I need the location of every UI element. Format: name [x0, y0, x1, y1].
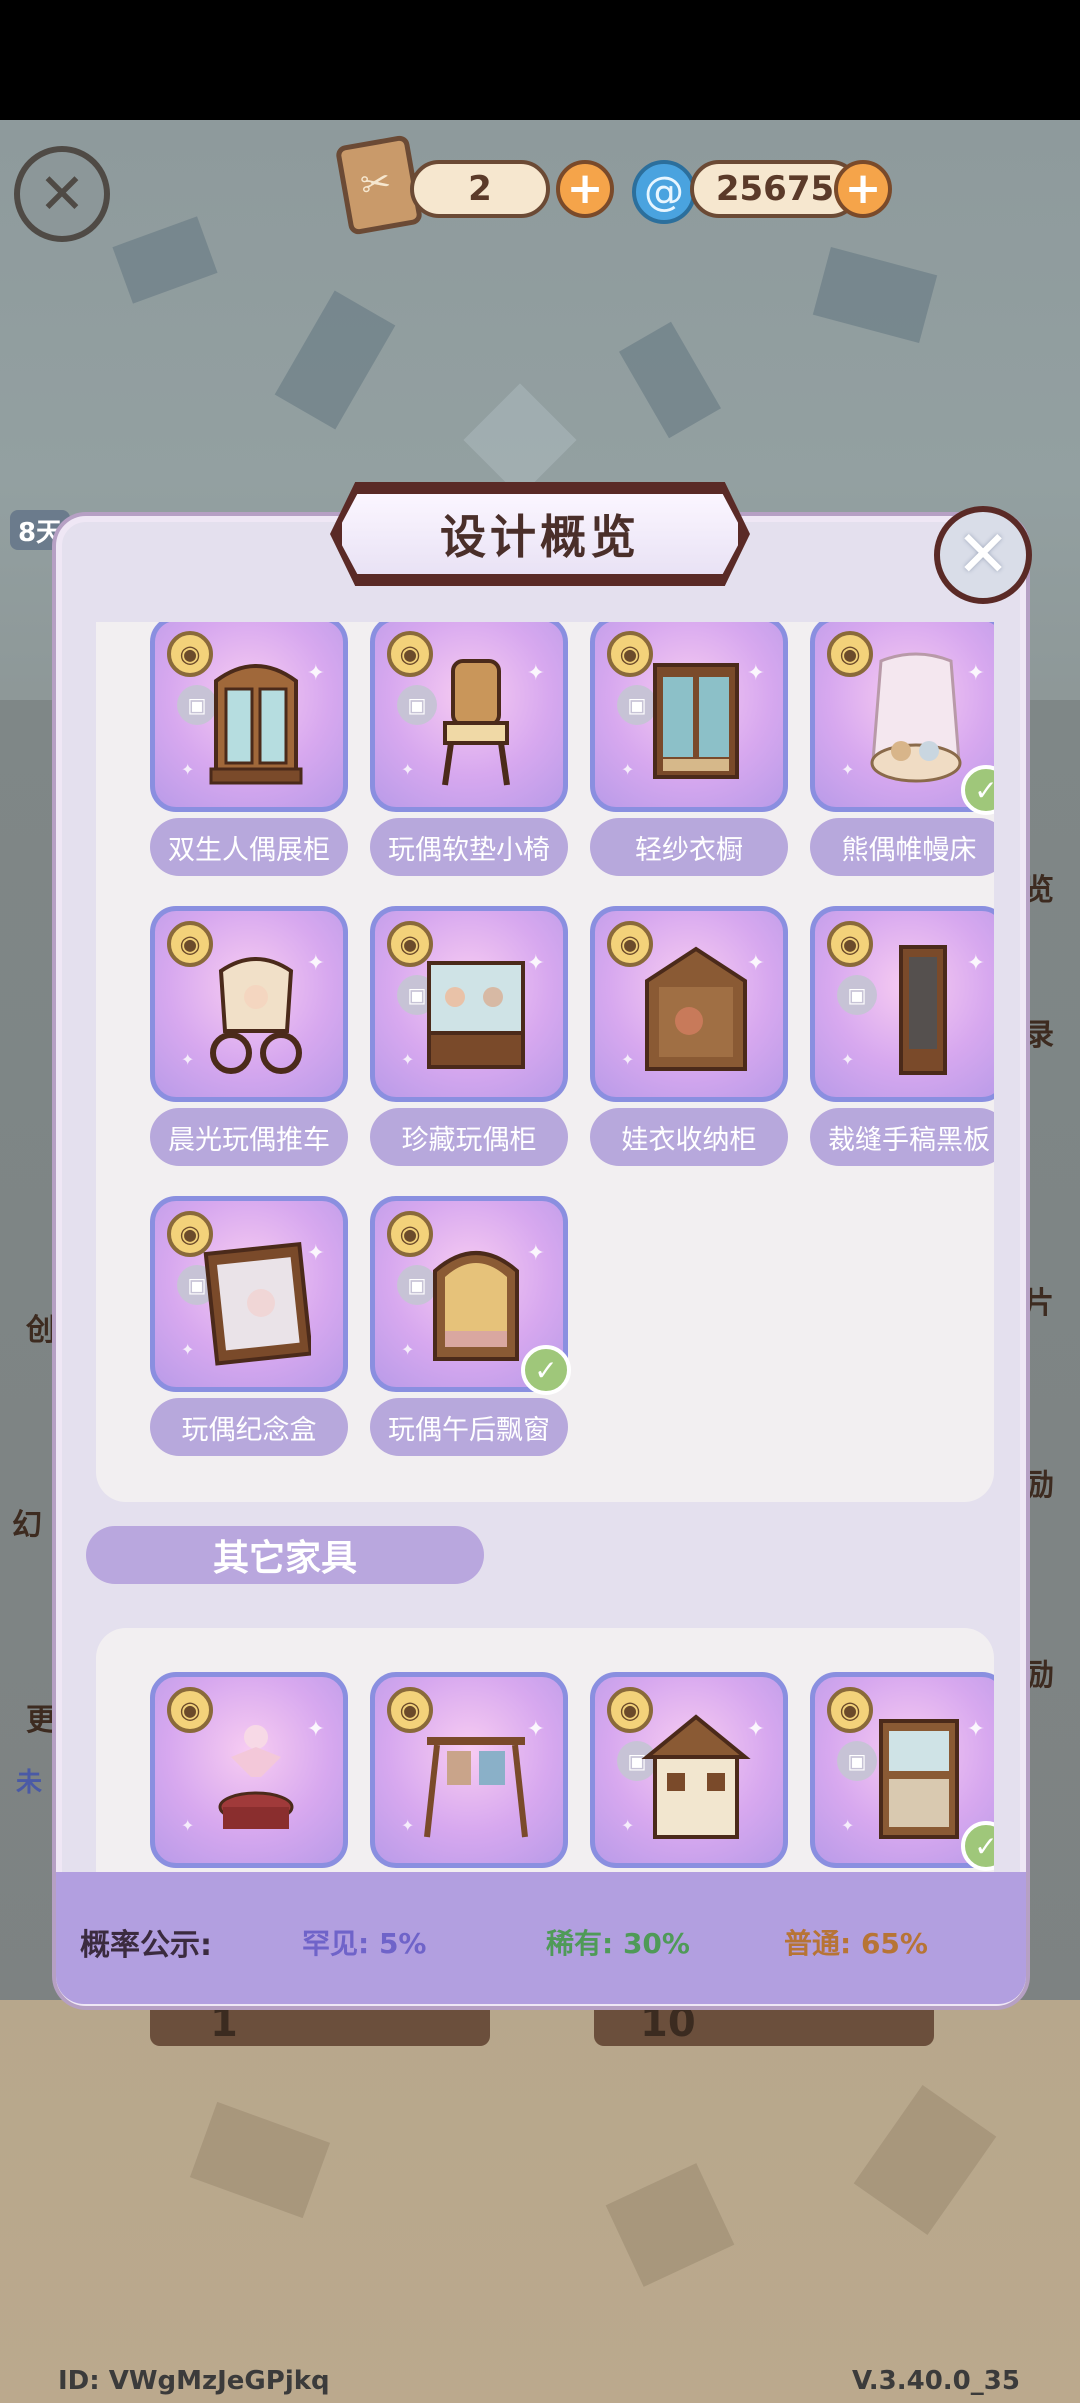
item-tile: ◉ ▣ [370, 906, 568, 1102]
item-tile: ◉ ▣ [370, 622, 568, 812]
item-tile: ◉ ▣ [590, 622, 788, 812]
item-tile: ◉ ▣ ✓ [810, 1672, 994, 1871]
side-label: 创 [26, 1313, 56, 1348]
common-probability: 普通: 65% [784, 1927, 928, 1960]
item-tile: ◉ ▣ [150, 1196, 348, 1392]
probability-title: 概率公示: [80, 1928, 212, 1963]
item-tile: ◉ [590, 906, 788, 1102]
plus-icon: + [566, 163, 604, 214]
modal-scroll-area[interactable]: ◉ ▣ 双生人偶展柜 ◉ ▣ [96, 622, 994, 1882]
player-id: ID: VWgMzJeGPjkq [58, 2366, 330, 2396]
side-label: 幻 [12, 1508, 42, 1543]
item-label: 玩偶午后飘窗 [370, 1398, 568, 1456]
modal-close-button[interactable]: ✕ [934, 506, 1032, 604]
music-box-image [218, 1725, 294, 1829]
bay-window-image [433, 1251, 519, 1361]
crystal-icon: @ [632, 160, 696, 224]
add-ticket-button[interactable]: + [556, 160, 614, 218]
stroller-image [210, 957, 302, 1074]
back-close-button[interactable]: ✕ [14, 146, 110, 242]
section-header-other: 其它家具 [86, 1526, 484, 1584]
item-label: 玩偶纪念盒 [150, 1398, 348, 1456]
item-label: 玩偶软垫小椅 [370, 818, 568, 876]
item-tile: ◉ ▣ [150, 622, 348, 812]
side-label: 励 [1024, 1658, 1054, 1693]
side-label: 览 [1024, 873, 1054, 908]
side-label: 未 [16, 1768, 43, 1798]
item-label: 轻纱衣橱 [590, 818, 788, 876]
item-tile: ◉ [150, 1672, 348, 1868]
version-label: V.3.40.0_35 [852, 2366, 1020, 2396]
wardrobe-image [653, 663, 739, 779]
add-crystal-button[interactable]: + [834, 160, 892, 218]
clothes-rack-image [424, 1737, 528, 1838]
draw-ten-count: 10 [640, 2000, 696, 2046]
item-tile: ◉ ▣ ✓ [370, 1196, 571, 1395]
owned-check-icon: ✓ [521, 1345, 571, 1395]
design-overview-modal: ◉ ▣ 双生人偶展柜 ◉ ▣ [56, 516, 1026, 2006]
memorial-box-image [203, 1241, 311, 1366]
rare-probability: 罕见: 5% [302, 1927, 427, 1960]
side-label: 片 [1024, 1286, 1054, 1321]
item-label: 娃衣收纳柜 [590, 1108, 788, 1166]
draw-one-count: 1 [210, 2000, 238, 2046]
item-tile: ◉ ▣ [590, 1672, 788, 1868]
canopy-bed-image [870, 652, 962, 783]
item-tile: ◉ ✓ [810, 622, 994, 815]
status-bar [0, 0, 1080, 120]
chair-image [442, 659, 510, 786]
side-label: 更 [26, 1703, 56, 1738]
collection-cabinet-image [427, 961, 525, 1069]
item-tile: ◉ [150, 906, 348, 1102]
item-tile: ◉ ▣ [810, 906, 994, 1102]
uncommon-probability: 稀有: 30% [546, 1927, 690, 1960]
item-label: 熊偶帷幔床 [810, 818, 994, 876]
item-label: 晨光玩偶推车 [150, 1108, 348, 1166]
close-icon: ✕ [956, 518, 1010, 592]
ticket-counter: 2 [410, 160, 550, 218]
modal-title: 设计概览 [336, 488, 744, 580]
item-label: 裁缝手稿黑板 [810, 1108, 994, 1166]
side-label: 励 [1024, 1468, 1054, 1503]
item-label: 双生人偶展柜 [150, 818, 348, 876]
item-label: 珍藏玩偶柜 [370, 1108, 568, 1166]
side-label: 录 [1024, 1018, 1054, 1053]
plus-icon: + [844, 163, 882, 214]
dollhouse-image [641, 1714, 751, 1839]
shelf-image [879, 1719, 959, 1839]
storage-cabinet-image [645, 946, 747, 1071]
display-cabinet-image [209, 664, 303, 785]
item-tile: ◉ [370, 1672, 568, 1868]
chalkboard-image [899, 945, 947, 1075]
close-icon: ✕ [38, 161, 86, 227]
